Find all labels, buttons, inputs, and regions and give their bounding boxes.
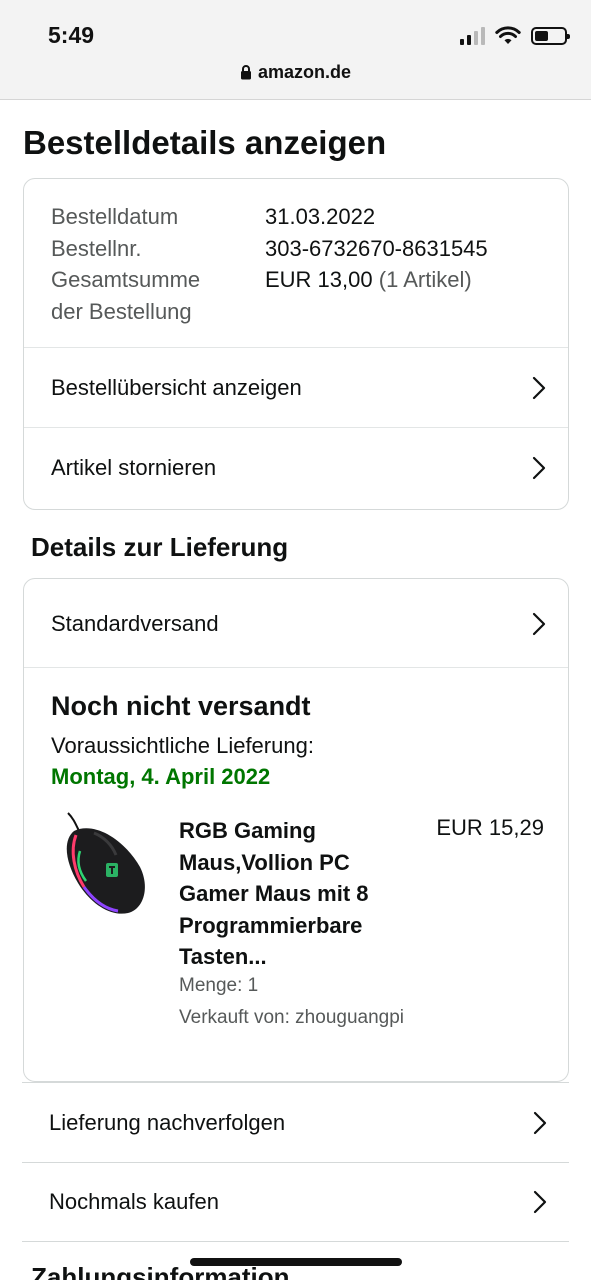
url-bar[interactable]: amazon.de: [0, 62, 591, 83]
product-quantity: Menge: 1: [179, 975, 259, 996]
cellular-signal-icon: [460, 27, 485, 45]
product-price: EUR 15,29: [436, 815, 544, 840]
status-icons: [460, 24, 570, 48]
order-total-value: EUR 13,00 (1 Artikel): [265, 264, 472, 296]
delivery-card: Standardversand Noch nicht versandt Vora…: [23, 578, 569, 1082]
track-delivery-label: Lieferung nachverfolgen: [49, 1109, 286, 1135]
order-total-label-line1: Gesamtsumme: [51, 267, 201, 292]
battery-icon: [531, 27, 570, 45]
cancel-items-label: Artikel stornieren: [51, 454, 217, 480]
shipment-status: Noch nicht versandt: [51, 691, 311, 721]
expected-delivery-date: Montag, 4. April 2022: [51, 764, 271, 789]
order-item-count: (1 Artikel): [378, 267, 472, 292]
expected-delivery-label: Voraussichtliche Lieferung:: [51, 733, 314, 758]
cancel-items-link[interactable]: Artikel stornieren: [24, 427, 568, 507]
order-number-label: Bestellnr.: [51, 235, 142, 261]
view-order-summary-link[interactable]: Bestellübersicht anzeigen: [24, 347, 568, 427]
status-time: 5:49: [48, 22, 95, 48]
home-indicator[interactable]: [190, 1258, 402, 1266]
page-title: Bestelldetails anzeigen: [23, 124, 387, 161]
order-number-value: 303-6732670-8631545: [265, 235, 488, 261]
product-seller: Verkauft von: zhouguangpi: [179, 1007, 405, 1028]
browser-status-bar: 5:49 amazon.de: [0, 0, 591, 100]
chevron-right-icon: [533, 1190, 547, 1214]
url-text: amazon.de: [257, 62, 352, 82]
buy-again-label: Nochmals kaufen: [49, 1189, 219, 1214]
order-date-label: Bestelldatum: [51, 204, 179, 229]
buy-again-link[interactable]: Nochmals kaufen: [22, 1162, 569, 1242]
wifi-icon: [495, 26, 521, 44]
divider: [24, 667, 568, 668]
gaming-mouse-image[interactable]: [54, 811, 154, 921]
chevron-right-icon: [532, 612, 546, 636]
lock-icon: [240, 65, 251, 80]
shipping-method-label: Standardversand: [51, 611, 219, 636]
view-order-summary-label: Bestellübersicht anzeigen: [51, 374, 302, 400]
order-total-label-line2: der Bestellung: [51, 298, 192, 324]
product-title-link[interactable]: RGB Gaming Maus,Vollion PC Gamer Maus mi…: [179, 815, 409, 973]
order-total-amount: EUR 13,00: [265, 267, 373, 292]
order-date-value: 31.03.2022: [265, 204, 376, 229]
delivery-section-title: Details zur Lieferung: [31, 532, 289, 562]
chevron-right-icon: [532, 376, 546, 399]
chevron-right-icon: [532, 456, 546, 479]
shipping-method-link[interactable]: Standardversand: [24, 581, 568, 667]
chevron-right-icon: [533, 1111, 547, 1134]
order-summary-card: Bestelldatum 31.03.2022 Bestellnr. 303-6…: [23, 178, 569, 510]
track-delivery-link[interactable]: Lieferung nachverfolgen: [22, 1082, 569, 1162]
